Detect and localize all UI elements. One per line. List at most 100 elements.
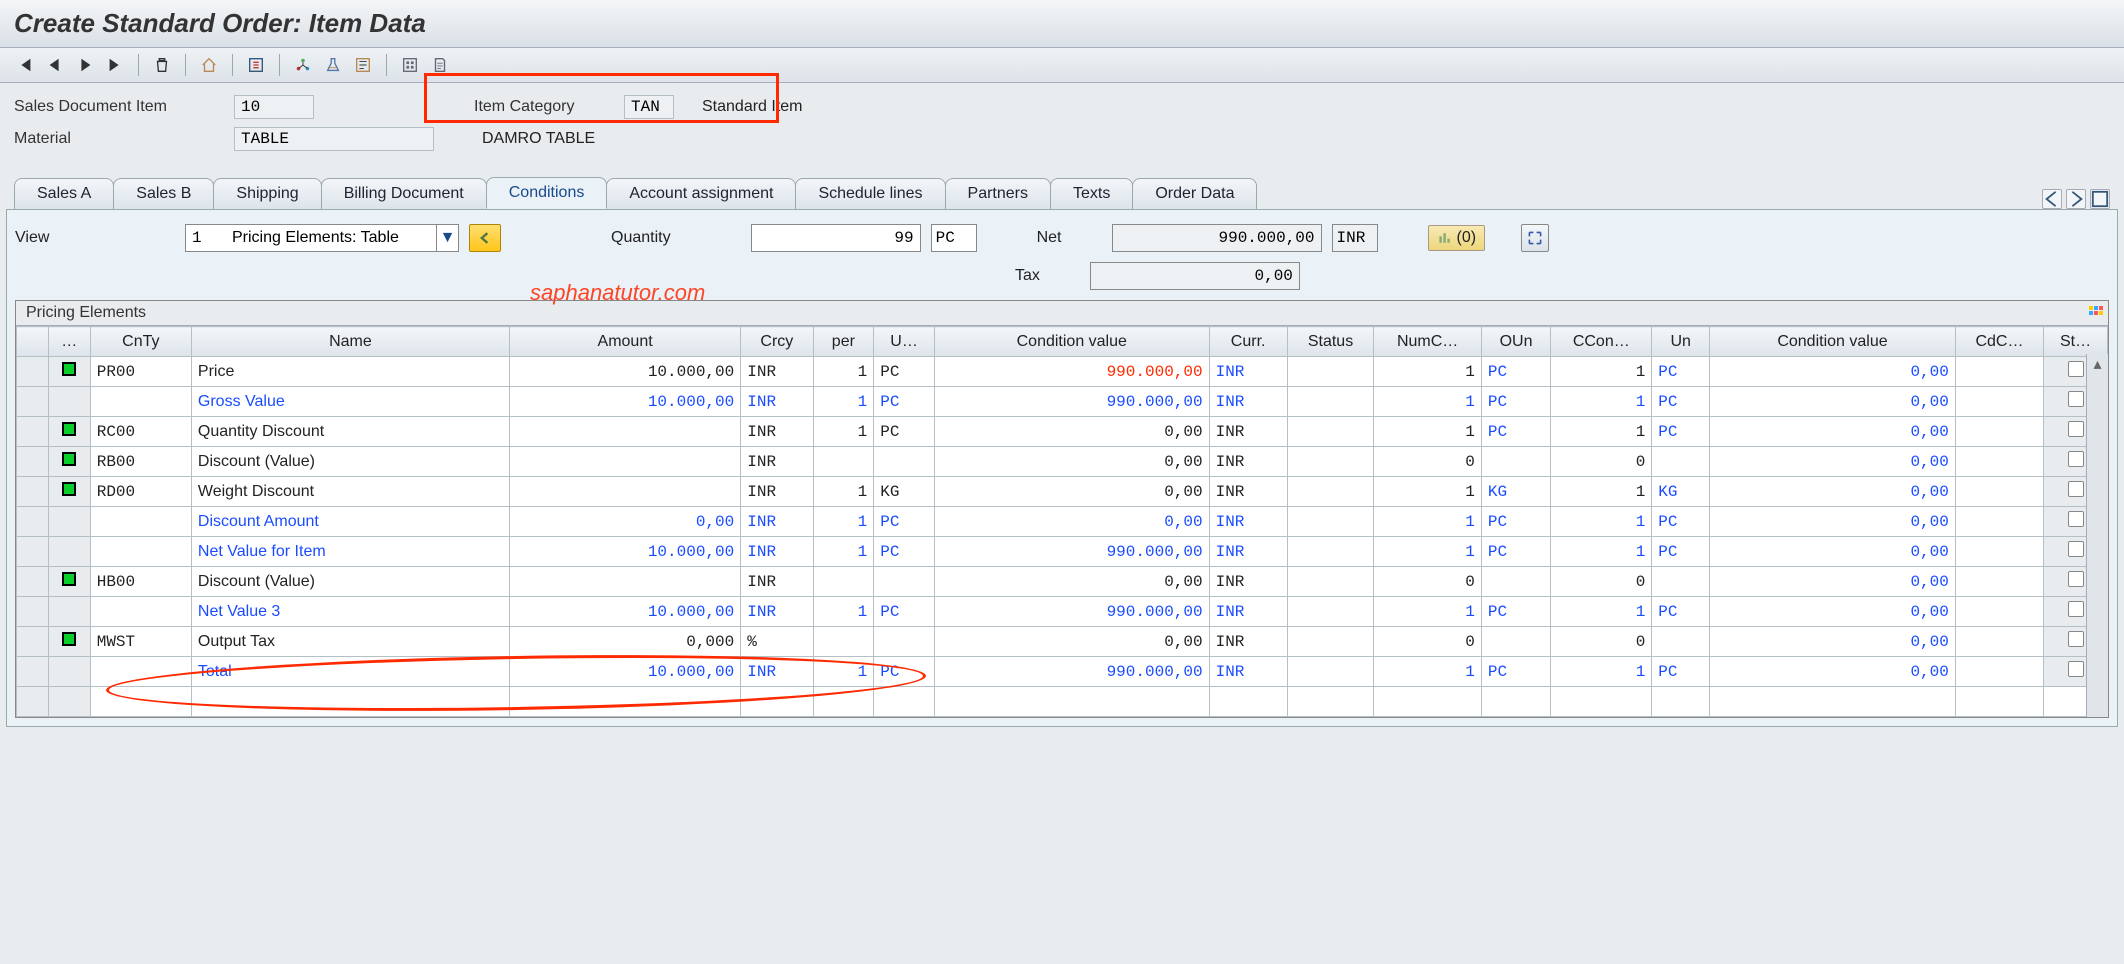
unit-cell[interactable] (874, 567, 935, 597)
tab-list-icon[interactable] (2090, 189, 2110, 209)
pricing-table[interactable]: …CnTyNameAmountCrcyperU…Condition valueC… (16, 326, 2108, 717)
col-header[interactable]: OUn (1481, 327, 1550, 357)
cnty-cell[interactable]: RC00 (90, 417, 191, 447)
row-selector[interactable] (17, 477, 49, 507)
amount-cell[interactable] (509, 567, 740, 597)
cnty-cell[interactable]: MWST (90, 627, 191, 657)
tab-scroll-right-icon[interactable] (2066, 189, 2086, 209)
amount-cell[interactable] (509, 447, 740, 477)
col-header[interactable]: Status (1287, 327, 1374, 357)
document-icon[interactable] (429, 54, 451, 76)
config-icon[interactable] (245, 54, 267, 76)
tab-shipping[interactable]: Shipping (213, 178, 321, 209)
amount-cell[interactable]: 10.000,00 (509, 387, 740, 417)
row-selector[interactable] (17, 627, 49, 657)
unit-cell[interactable]: PC (874, 507, 935, 537)
cnty-cell[interactable] (90, 507, 191, 537)
table-row[interactable] (17, 687, 2108, 717)
row-selector[interactable] (17, 597, 49, 627)
per-cell[interactable]: 1 (813, 657, 874, 687)
row-selector[interactable] (17, 507, 49, 537)
row-selector[interactable] (17, 657, 49, 687)
dropdown-arrow-icon[interactable]: ▼ (436, 225, 458, 251)
scroll-up-icon[interactable]: ▴ (2093, 354, 2101, 374)
per-cell[interactable] (813, 567, 874, 597)
unit-cell[interactable] (874, 627, 935, 657)
col-header[interactable]: CdC… (1955, 327, 2043, 357)
tab-account-assignment[interactable]: Account assignment (606, 178, 796, 209)
col-header[interactable]: CCon… (1551, 327, 1652, 357)
row-selector[interactable] (17, 417, 49, 447)
table-row[interactable]: Discount Amount0,00INR1PC0,00INR1PC1PC0,… (17, 507, 2108, 537)
row-checkbox[interactable] (2068, 511, 2084, 527)
cnty-cell[interactable] (90, 657, 191, 687)
cnty-cell[interactable]: RB00 (90, 447, 191, 477)
table-row[interactable]: MWSTOutput Tax0,000%0,00INR000,00 (17, 627, 2108, 657)
per-cell[interactable] (813, 447, 874, 477)
amount-cell[interactable]: 10.000,00 (509, 597, 740, 627)
tab-schedule-lines[interactable]: Schedule lines (795, 178, 945, 209)
tab-sales-a[interactable]: Sales A (14, 178, 114, 209)
table-row[interactable]: RC00Quantity DiscountINR1PC0,00INR1PC1PC… (17, 417, 2108, 447)
col-header[interactable]: Condition value (1710, 327, 1956, 357)
row-checkbox[interactable] (2068, 631, 2084, 647)
per-cell[interactable]: 1 (813, 597, 874, 627)
cnty-cell[interactable]: HB00 (90, 567, 191, 597)
row-selector[interactable] (17, 387, 49, 417)
cnty-cell[interactable]: PR00 (90, 357, 191, 387)
table-row[interactable]: Gross Value10.000,00INR1PC990.000,00INR1… (17, 387, 2108, 417)
amount-cell[interactable]: 10.000,00 (509, 537, 740, 567)
row-checkbox[interactable] (2068, 421, 2084, 437)
costing-icon[interactable] (352, 54, 374, 76)
row-checkbox[interactable] (2068, 661, 2084, 677)
col-header[interactable]: U… (874, 327, 935, 357)
view-number-input[interactable] (186, 229, 226, 247)
view-dropdown[interactable]: ▼ (185, 224, 459, 252)
unit-cell[interactable]: PC (874, 597, 935, 627)
prev-icon[interactable] (44, 54, 66, 76)
amount-cell[interactable]: 0,000 (509, 627, 740, 657)
amount-cell[interactable] (509, 477, 740, 507)
table-row[interactable]: HB00Discount (Value)INR0,00INR000,00 (17, 567, 2108, 597)
per-cell[interactable]: 1 (813, 477, 874, 507)
allocation-button[interactable]: (0) (1428, 225, 1486, 251)
item-category-input[interactable] (624, 95, 674, 119)
col-header[interactable]: CnTy (90, 327, 191, 357)
unit-cell[interactable]: PC (874, 357, 935, 387)
tab-billing-document[interactable]: Billing Document (321, 178, 487, 209)
unit-cell[interactable]: PC (874, 387, 935, 417)
next-icon[interactable] (74, 54, 96, 76)
col-header[interactable]: Name (191, 327, 509, 357)
row-checkbox[interactable] (2068, 601, 2084, 617)
per-cell[interactable]: 1 (813, 507, 874, 537)
row-selector[interactable] (17, 537, 49, 567)
expand-button[interactable] (1521, 224, 1549, 252)
row-checkbox[interactable] (2068, 541, 2084, 557)
hierarchy-icon[interactable] (292, 54, 314, 76)
unit-cell[interactable]: KG (874, 477, 935, 507)
tab-sales-b[interactable]: Sales B (113, 178, 214, 209)
last-icon[interactable] (104, 54, 126, 76)
row-checkbox[interactable] (2068, 481, 2084, 497)
col-header[interactable]: NumC… (1374, 327, 1481, 357)
per-cell[interactable] (813, 627, 874, 657)
vertical-scrollbar[interactable]: ▴ (2086, 354, 2108, 717)
col-header[interactable]: Amount (509, 327, 740, 357)
tab-scroll-left-icon[interactable] (2042, 189, 2062, 209)
unit-cell[interactable]: PC (874, 537, 935, 567)
cnty-cell[interactable] (90, 537, 191, 567)
home-icon[interactable] (198, 54, 220, 76)
per-cell[interactable]: 1 (813, 417, 874, 447)
unit-cell[interactable]: PC (874, 657, 935, 687)
tab-conditions[interactable]: Conditions (486, 177, 608, 209)
grid-config-icon[interactable] (2086, 303, 2106, 323)
cnty-cell[interactable] (90, 387, 191, 417)
table-row[interactable]: RB00Discount (Value)INR0,00INR000,00 (17, 447, 2108, 477)
tab-order-data[interactable]: Order Data (1132, 178, 1257, 209)
row-checkbox[interactable] (2068, 361, 2084, 377)
flask-icon[interactable] (322, 54, 344, 76)
row-checkbox[interactable] (2068, 391, 2084, 407)
table-row[interactable]: PR00Price10.000,00INR1PC990.000,00INR1PC… (17, 357, 2108, 387)
col-header[interactable]: Crcy (741, 327, 813, 357)
unit-cell[interactable]: PC (874, 417, 935, 447)
